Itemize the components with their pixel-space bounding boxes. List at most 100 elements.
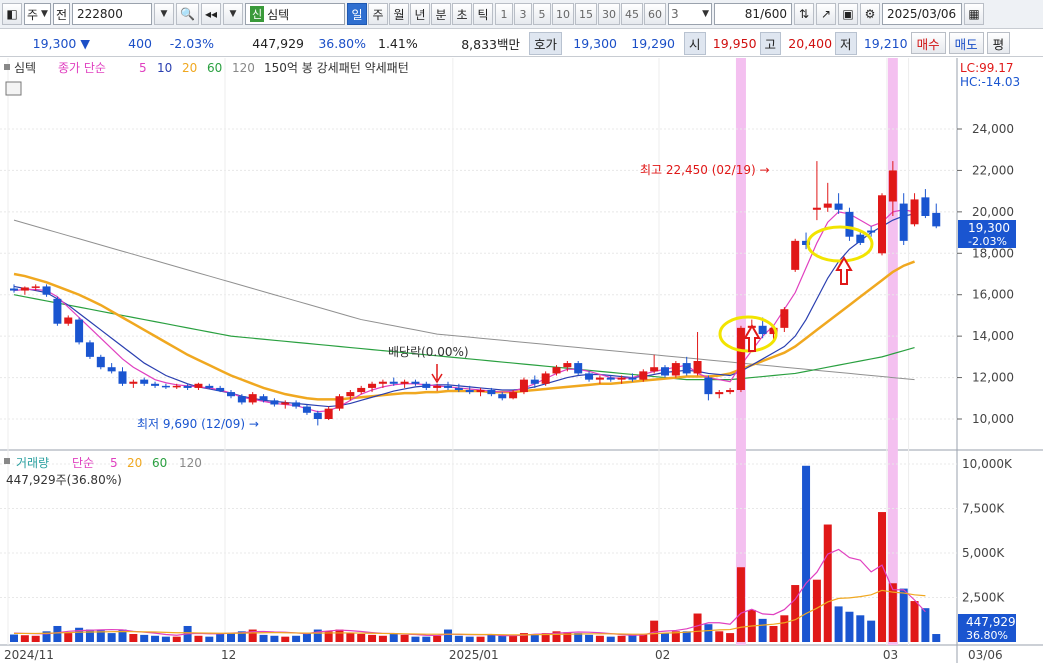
legend-ma5: 5: [139, 61, 147, 75]
window-menu-icon[interactable]: ◧: [2, 3, 22, 25]
candle-body: [563, 363, 572, 368]
market-type-select[interactable]: 주 ▼: [24, 3, 51, 25]
save-icon[interactable]: ▣: [838, 3, 859, 25]
quote-info-bar: 19,300 ▼ 400 -2.03% 447,929 36.80% 1.41%…: [0, 30, 1043, 57]
candle-body: [932, 212, 941, 227]
minute-option[interactable]: 10: [552, 3, 575, 25]
code-dropdown-icon[interactable]: ▼: [154, 3, 175, 25]
low-annotation: 최저 9,690 (12/09) →: [137, 417, 259, 431]
candle-body: [878, 195, 886, 254]
candle-body: [552, 367, 561, 374]
lc-label: LC:99.17: [960, 61, 1013, 75]
trade-amount: 8,833백만: [461, 36, 520, 52]
minute-option[interactable]: 45: [621, 3, 644, 25]
volume-tick-label: 10,000K: [962, 457, 1013, 471]
price-tick-label: 16,000: [972, 288, 1014, 302]
open-price: 19,950: [712, 35, 757, 51]
legend-vma20: 20: [127, 456, 142, 470]
indicator-icon[interactable]: ⇅: [794, 3, 815, 25]
stock-code-value: 222800: [77, 7, 123, 21]
minute-option[interactable]: 60: [644, 3, 667, 25]
candle-body: [465, 390, 474, 393]
minute-option[interactable]: 1: [495, 3, 514, 25]
volume-bar: [693, 613, 702, 642]
period-tab-minute[interactable]: 분: [431, 3, 452, 25]
volume-bar: [107, 633, 116, 642]
gear-icon[interactable]: ⚙: [860, 3, 881, 25]
volume-bar: [172, 636, 181, 642]
stock-code-input[interactable]: 222800: [72, 3, 153, 25]
minute-option[interactable]: 15: [575, 3, 598, 25]
candle-body: [487, 390, 496, 395]
candle-body: [519, 379, 528, 393]
period-tab-second[interactable]: 초: [452, 3, 473, 25]
candle-body: [585, 373, 594, 380]
candle-body: [899, 203, 908, 241]
volume-bar: [368, 634, 377, 642]
volume-bar: [10, 634, 18, 642]
period-tab-week[interactable]: 주: [368, 3, 389, 25]
volume-bar: [281, 636, 290, 642]
period-tab-year[interactable]: 년: [410, 3, 431, 25]
period-tab-day[interactable]: 일: [347, 3, 368, 25]
candle-body: [454, 387, 463, 390]
candle-body: [151, 383, 160, 386]
candle-body: [736, 327, 745, 390]
volume-bar: [856, 615, 865, 642]
search-icon[interactable]: 🔍: [176, 3, 199, 25]
interval-value: 3: [671, 7, 679, 21]
date-field[interactable]: 2025/03/06: [882, 3, 963, 25]
candle-body: [31, 286, 40, 288]
speaker-icon[interactable]: ◂◂: [200, 3, 222, 25]
price-tag-pct: -2.03%: [968, 235, 1007, 248]
market-scope-select[interactable]: 전: [52, 3, 71, 25]
volume-bar: [270, 635, 279, 642]
candle-body: [780, 309, 789, 328]
sell-button[interactable]: 매도: [948, 32, 984, 54]
main-toolbar: ◧ 주 ▼ 전 222800 ▼ 🔍 ◂◂ ▼ 신 심텍 일 주 월 년 분 초…: [0, 0, 1043, 29]
candle-body: [530, 379, 539, 384]
candle-body: [259, 396, 268, 401]
candle-body: [444, 385, 452, 388]
candle-body: [389, 381, 398, 384]
stock-name-field[interactable]: 신 심텍: [245, 3, 346, 25]
period-tabs: 일 주 월 년 분 초 틱: [347, 3, 494, 25]
high-label: 고: [759, 31, 782, 55]
period-tab-month[interactable]: 월: [389, 3, 410, 25]
price-tick-label: 24,000: [972, 122, 1014, 136]
period-tab-tick[interactable]: 틱: [473, 3, 494, 25]
date-tick-label: 12: [221, 648, 236, 662]
candle-body: [172, 385, 181, 388]
legend-volume-value: 447,929주(36.80%): [6, 473, 122, 487]
calendar-icon[interactable]: ▦: [964, 3, 985, 25]
quote-label: 호가: [529, 31, 563, 55]
minute-option[interactable]: 5: [533, 3, 552, 25]
eval-button[interactable]: 평: [986, 32, 1011, 54]
grid-toggle-icon[interactable]: [5, 81, 22, 96]
volume-tick-label: 5,000K: [962, 546, 1005, 560]
price-tick-label: 12,000: [972, 371, 1014, 385]
candle-body: [378, 381, 387, 384]
minute-option[interactable]: 30: [598, 3, 621, 25]
chart-area[interactable]: 24,000 22,000 20,000 18,000 16,000 14,000 12,0…: [0, 58, 1043, 663]
candle-body: [867, 230, 876, 233]
data-count-field[interactable]: 81 /600: [714, 3, 793, 25]
volume-bar: [867, 620, 876, 642]
candle-body: [910, 199, 919, 225]
candle-body: [20, 287, 29, 291]
interval-select[interactable]: 3 ▼: [668, 3, 713, 25]
price-tag-value: 19,300: [968, 221, 1010, 235]
price-tick-label: 18,000: [972, 246, 1014, 260]
buy-button[interactable]: 매수: [910, 32, 946, 54]
candle-body: [400, 381, 409, 384]
draw-tool-icon[interactable]: ↗: [816, 3, 837, 25]
volume-bar: [346, 633, 355, 642]
volume-bar: [378, 635, 387, 642]
candle-body: [498, 394, 507, 399]
date-tick-label: 2024/11: [4, 648, 54, 662]
candle-body: [758, 325, 767, 335]
volume-bar: [834, 606, 843, 642]
stock-chart[interactable]: 24,000 22,000 20,000 18,000 16,000 14,000 12,0…: [0, 58, 1043, 663]
name-dropdown-icon[interactable]: ▼: [223, 3, 244, 25]
minute-option[interactable]: 3: [514, 3, 533, 25]
